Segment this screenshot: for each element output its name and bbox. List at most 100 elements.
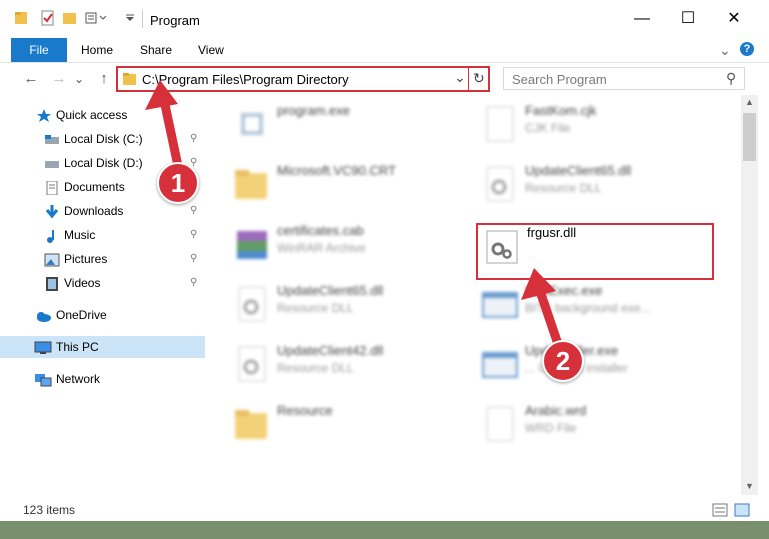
title-bar: Program — ☐ ✕ (0, 0, 769, 38)
sidebar-item-label: Pictures (64, 252, 108, 266)
minimize-button[interactable]: — (619, 0, 665, 38)
sidebar-item-videos[interactable]: Videos ⚲ (0, 272, 205, 294)
address-dropdown-icon[interactable]: ⌄ (454, 69, 466, 86)
help-icon[interactable]: ? (740, 42, 754, 56)
refresh-icon[interactable]: ↻ (473, 70, 485, 87)
file-name: UpdateClient42.dll (277, 343, 384, 358)
search-icon[interactable]: ⚲ (726, 70, 736, 87)
address-path[interactable]: C:\Program Files\Program Directory (142, 72, 349, 87)
file-item[interactable]: certificates.cab WinRAR Archive (233, 219, 473, 275)
videos-icon (44, 276, 60, 291)
music-icon (44, 228, 60, 243)
file-type: WinRAR Archive (277, 241, 366, 255)
file-item[interactable]: program.exe (233, 99, 473, 155)
computer-icon (34, 340, 52, 354)
scroll-thumb[interactable] (743, 113, 756, 161)
file-type: Resource DLL (277, 361, 354, 375)
sidebar-item-label: This PC (56, 340, 99, 354)
exe-icon (233, 105, 273, 145)
search-placeholder: Search Program (512, 72, 607, 87)
file-name: UpdExec.exe (525, 283, 603, 298)
tab-view[interactable]: View (198, 38, 224, 62)
file-list: program.exe FastKom.cjk CJK File Microso… (207, 95, 741, 495)
dll-gear-icon (233, 285, 273, 325)
hard-drive-icon (44, 132, 60, 146)
file-item[interactable]: UpdateClient65.dll Resource DLL (481, 159, 721, 215)
downloads-icon (44, 204, 60, 219)
tab-file[interactable]: File (11, 38, 67, 62)
exe-window-icon (481, 345, 521, 385)
file-item[interactable]: UpdInstaller.exe ... Updates installer (481, 339, 721, 395)
dll-gear-icon (233, 345, 273, 385)
folder-icon (14, 10, 30, 26)
file-item[interactable]: UpdExec.exe BITS background exe... (481, 279, 721, 335)
navigation-pane: Quick access Local Disk (C:) ⚲ Local Dis… (0, 95, 205, 495)
sidebar-item-label: Local Disk (D:) (64, 156, 143, 170)
exe-window-icon (481, 285, 521, 325)
sidebar-item-onedrive[interactable]: OneDrive (0, 304, 205, 326)
recent-locations-button[interactable]: ⌄ (72, 69, 86, 89)
file-item[interactable]: UpdateClient65.dll Resource DLL (233, 279, 473, 335)
address-bar[interactable]: C:\Program Files\Program Directory ⌄ ↻ (116, 66, 490, 92)
file-type: Resource DLL (525, 181, 602, 195)
sidebar-item-label: OneDrive (56, 308, 107, 322)
file-name: certificates.cab (277, 223, 364, 238)
address-row: ← → ⌄ ↑ C:\Program Files\Program Directo… (0, 63, 769, 95)
archive-icon (233, 225, 273, 265)
up-button[interactable]: ↑ (93, 69, 115, 89)
tab-home[interactable]: Home (81, 38, 113, 62)
file-item[interactable]: Arabic.wrd WRD File (481, 399, 721, 455)
pin-icon: ⚲ (190, 277, 198, 288)
file-type: CJK File (525, 121, 571, 135)
file-name: UpdateClient65.dll (525, 163, 632, 178)
customize-toolbar-icon[interactable] (124, 10, 140, 26)
scroll-up-icon[interactable]: ▲ (745, 97, 754, 107)
file-item[interactable]: UpdateClient42.dll Resource DLL (233, 339, 473, 395)
vertical-scrollbar[interactable]: ▲ ▼ (741, 95, 758, 495)
file-item[interactable]: Microsoft.VC90.CRT (233, 159, 473, 215)
documents-icon (44, 180, 60, 196)
file-item[interactable]: FastKom.cjk CJK File (481, 99, 721, 155)
cloud-icon (34, 308, 51, 322)
folder-icon (233, 165, 273, 205)
sidebar-item-label: Local Disk (C:) (64, 132, 143, 146)
file-name: Resource (277, 403, 333, 418)
back-button[interactable]: ← (20, 69, 42, 89)
new-folder-icon[interactable] (62, 10, 78, 26)
file-name: FastKom.cjk (525, 103, 597, 118)
sidebar-item-pictures[interactable]: Pictures ⚲ (0, 248, 205, 270)
highlight-box (476, 223, 714, 280)
file-name: UpdateClient65.dll (277, 283, 384, 298)
divider (142, 10, 143, 28)
close-button[interactable]: ✕ (711, 0, 757, 38)
maximize-button[interactable]: ☐ (665, 0, 711, 38)
status-bar: 123 items (0, 499, 769, 521)
sidebar-item-this-pc[interactable]: This PC (0, 336, 205, 358)
details-view-icon[interactable] (712, 503, 728, 520)
callout-2: 2 (542, 340, 584, 382)
search-input[interactable]: Search Program ⚲ (503, 67, 745, 90)
dll-gear-icon (481, 165, 521, 205)
desktop-background (0, 521, 769, 539)
sidebar-item-network[interactable]: Network (0, 368, 205, 390)
large-icons-view-icon[interactable] (734, 503, 750, 520)
forward-button[interactable]: → (48, 69, 70, 89)
sidebar-item-quick-access[interactable]: Quick access (0, 104, 205, 126)
expand-ribbon-icon[interactable]: ⌄ (719, 38, 731, 62)
pin-icon: ⚲ (190, 253, 198, 264)
sidebar-item-music[interactable]: Music ⚲ (0, 224, 205, 246)
hard-drive-icon (44, 156, 60, 170)
pin-icon: ⚲ (190, 133, 198, 144)
tab-share[interactable]: Share (140, 38, 172, 62)
file-type: WRD File (525, 421, 577, 435)
file-type: BITS background exe... (525, 301, 651, 315)
file-icon (481, 405, 521, 445)
view-options-icon[interactable] (84, 10, 107, 26)
file-item[interactable]: Resource (233, 399, 473, 455)
properties-icon[interactable] (40, 10, 56, 26)
item-count: 123 items (23, 503, 76, 517)
pin-icon: ⚲ (190, 205, 198, 216)
divider (468, 68, 469, 90)
sidebar-item-local-disk-c[interactable]: Local Disk (C:) ⚲ (0, 128, 205, 150)
scroll-down-icon[interactable]: ▼ (745, 481, 754, 491)
